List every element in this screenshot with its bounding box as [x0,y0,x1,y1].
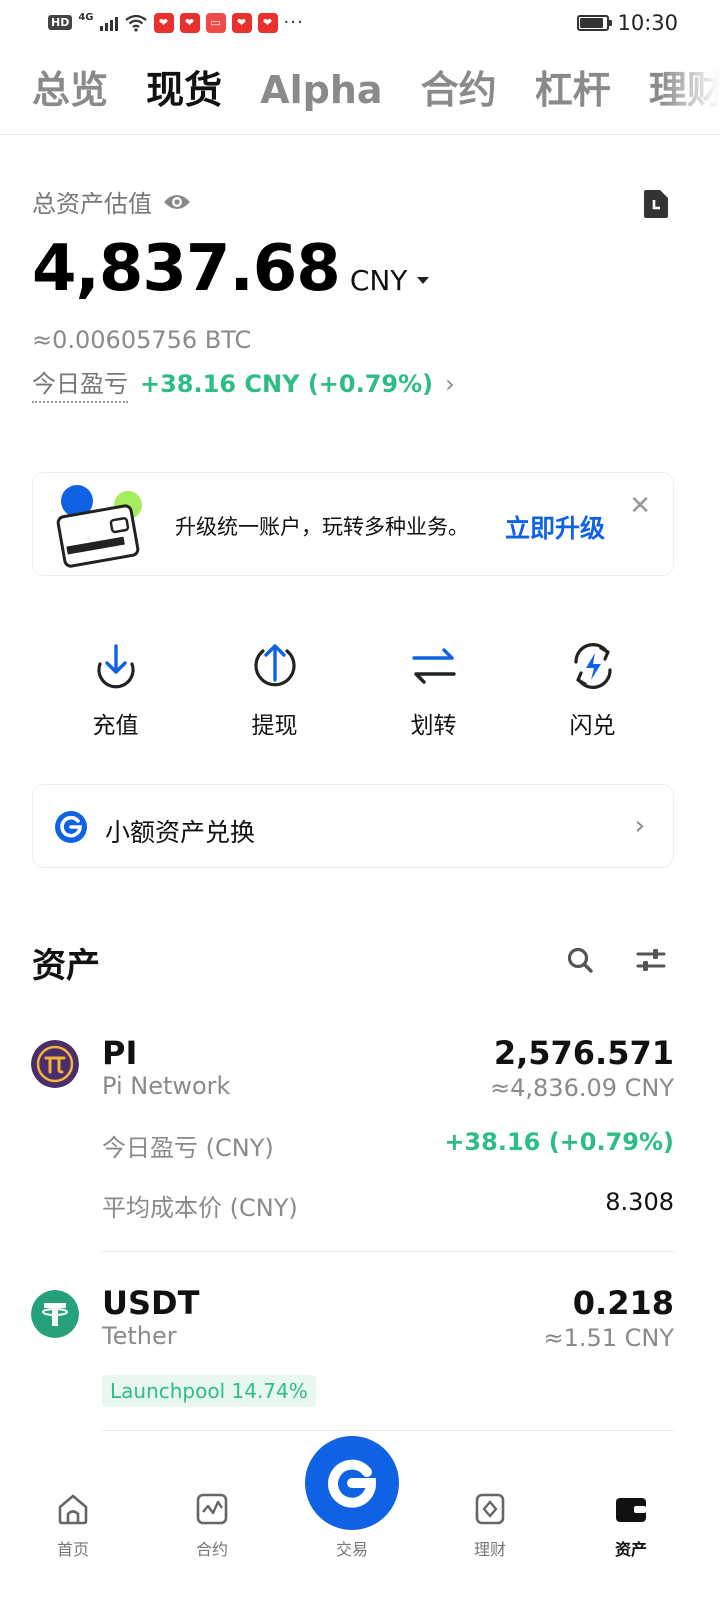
tab-margin[interactable]: 杠杆 [535,62,611,118]
today-pnl-row[interactable]: 今日盈亏 +38.16 CNY (+0.79%) › [32,364,455,403]
upgrade-banner: 升级统一账户，玩转多种业务。 立即升级 ✕ [32,472,674,576]
signal-icon [99,15,118,31]
deposit-label: 充值 [92,713,139,739]
convert-label: 小额资产兑换 [105,818,256,847]
coin-name: Tether [102,1322,177,1350]
withdraw-label: 提现 [251,713,298,739]
currency-label: CNY [349,264,408,297]
nav-futures-label: 合约 [195,1540,228,1559]
avg-cost-value: 8.308 [605,1188,674,1216]
nav-assets-label: 资产 [614,1540,647,1559]
caret-down-icon [417,277,430,284]
today-pnl-value: +38.16 CNY (+0.79%) [140,369,434,398]
status-bar: HD 4G ❤ ❤ ▭ ❤ ❤ ··· 10:30 [0,0,720,48]
upgrade-now-link[interactable]: 立即升级 [505,509,605,545]
nav-earn[interactable]: 理财 [445,1492,535,1560]
total-assets-label-text: 总资产估值 [32,190,152,218]
search-icon[interactable] [566,946,594,974]
total-assets-label: 总资产估值 [32,184,192,219]
flash-swap-icon [573,643,612,689]
total-value-row: 4,837.68 CNY [32,232,430,306]
trade-button[interactable] [305,1436,399,1530]
deposit-button[interactable]: 充值 [36,640,195,740]
chevron-right-icon: › [634,811,645,841]
flash-swap-label: 闪兑 [569,713,616,739]
quick-actions: 充值 提现 划转 闪兑 [36,640,672,740]
notification-app-icon: ❤ [257,12,278,33]
avg-cost-label: 平均成本价 (CNY) [102,1194,298,1222]
nav-futures[interactable]: 合约 [167,1492,257,1560]
coin-fiat-value: ≈1.51 CNY [543,1324,674,1352]
battery-icon [577,15,613,31]
divider [102,1251,674,1252]
divider [102,1430,674,1431]
tab-overview[interactable]: 总览 [32,62,108,118]
clock: 10:30 [617,11,678,35]
earn-icon [475,1493,505,1525]
notification-app-icon: ❤ [231,12,252,33]
withdraw-button[interactable]: 提现 [195,640,354,740]
notification-app-icon: ▭ [205,12,226,33]
transfer-icon [411,648,456,684]
pi-network-icon [31,1040,79,1088]
coin-symbol: USDT [102,1284,200,1322]
account-tabs: 总览 现货 Alpha 合约 杠杆 理财 [32,62,720,122]
filter-icon[interactable] [636,946,666,974]
tab-fade [660,62,720,122]
nav-assets[interactable]: 资产 [586,1492,676,1560]
currency-selector[interactable]: CNY [350,264,430,297]
futures-icon [196,1493,228,1525]
eye-icon[interactable] [162,192,192,212]
tab-spot[interactable]: 现货 [146,62,222,118]
wifi-icon [124,14,147,32]
transfer-button[interactable]: 划转 [354,640,513,740]
btc-equivalent: ≈0.00605756 BTC [32,326,252,354]
convert-icon [55,811,87,843]
today-pnl-label: 今日盈亏 (CNY) [102,1134,274,1162]
coin-name: Pi Network [102,1072,231,1100]
history-icon[interactable] [640,188,670,220]
transfer-label: 划转 [410,713,457,739]
chevron-right-icon: › [445,369,455,398]
launchpool-badge[interactable]: Launchpool 14.74% [102,1375,316,1407]
notification-app-icon: ❤ [179,12,200,33]
close-icon[interactable]: ✕ [629,493,651,519]
coin-amount: 0.218 [572,1284,674,1322]
nav-earn-label: 理财 [473,1540,506,1559]
tether-icon [31,1290,79,1338]
hd-indicator: HD [48,15,73,30]
home-icon [58,1494,88,1525]
tab-futures[interactable]: 合约 [421,62,497,118]
more-notifications-icon: ··· [283,11,304,33]
notification-app-icon: ❤ [153,12,174,33]
small-asset-convert-card[interactable]: 小额资产兑换 › [32,784,674,868]
today-pnl-label: 今日盈亏 [32,364,128,403]
trade-icon [328,1459,377,1508]
divider [0,134,720,135]
wallet-icon [616,1498,646,1522]
total-value: 4,837.68 [32,232,341,306]
assets-title: 资产 [32,946,100,986]
today-pnl-value: +38.16 (+0.79%) [444,1128,674,1156]
coin-symbol: PI [102,1034,138,1072]
nav-trade-label: 交易 [335,1540,368,1559]
withdraw-icon [253,644,296,687]
deposit-icon [96,644,135,689]
flash-swap-button[interactable]: 闪兑 [513,640,672,740]
coin-fiat-value: ≈4,836.09 CNY [490,1074,674,1102]
coin-amount: 2,576.571 [493,1034,674,1072]
nav-home[interactable]: 首页 [28,1492,118,1560]
wallet-illustration-icon [56,485,142,568]
banner-text: 升级统一账户，玩转多种业务。 [175,515,469,539]
network-type: 4G [78,12,94,23]
tab-alpha[interactable]: Alpha [260,62,382,118]
nav-home-label: 首页 [56,1540,89,1559]
